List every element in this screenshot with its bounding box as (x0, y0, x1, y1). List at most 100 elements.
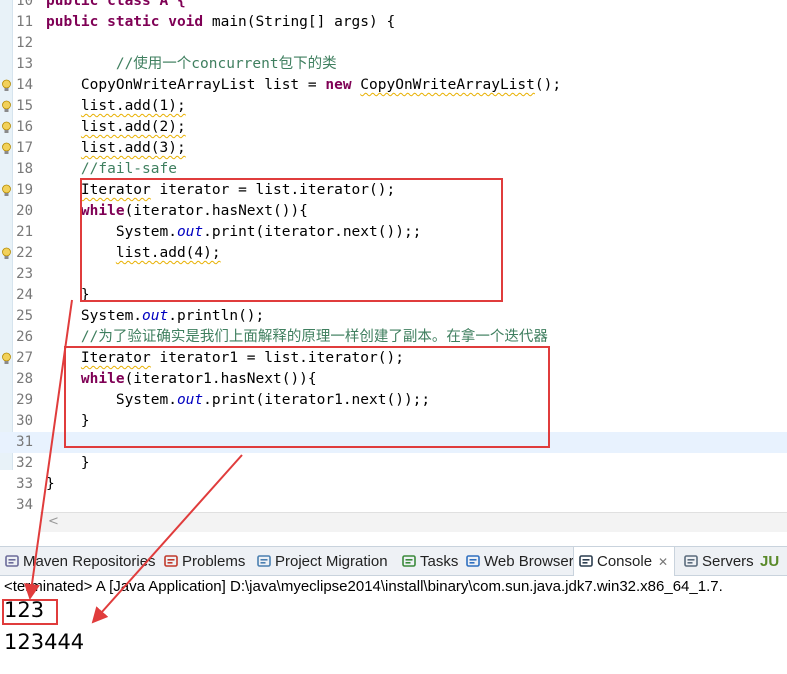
line-number: 20 (16, 203, 33, 219)
tab-label: Servers (702, 553, 754, 570)
code-token: (); (534, 77, 562, 93)
console-icon (578, 550, 594, 567)
line-number: 22 (16, 245, 33, 261)
code-token: main(String[] args) { (203, 14, 396, 30)
line-number: 27 (16, 350, 33, 366)
code-text: CopyOnWriteArrayList list = new CopyOnWr… (46, 75, 561, 96)
line-number: 30 (16, 413, 33, 429)
code-line[interactable]: 25 System.out.println(); (0, 306, 787, 327)
tab-label: Web Browser (484, 553, 574, 570)
code-line[interactable]: 33} (0, 474, 787, 495)
code-line[interactable]: 16 list.add(2); (0, 117, 787, 138)
code-token: } (46, 455, 90, 471)
code-line[interactable]: 15 list.add(1); (0, 96, 787, 117)
code-text: System.out.println(); (46, 306, 264, 327)
tab-project-migration[interactable]: Project Migration (256, 547, 388, 576)
line-number: 18 (16, 161, 33, 177)
line-number: 10 (16, 0, 33, 9)
highlight-box-first-loop (80, 178, 503, 302)
line-number: 29 (16, 392, 33, 408)
code-line[interactable]: 32 } (0, 453, 787, 474)
tab-servers[interactable]: Servers (683, 547, 754, 576)
scroll-left-arrow-icon[interactable]: < (48, 514, 59, 529)
line-number: 13 (16, 56, 33, 72)
code-text: list.add(2); (46, 117, 186, 138)
code-line[interactable]: 11 public static void main(String[] args)… (0, 12, 787, 33)
code-token: //fail-safe (46, 161, 177, 177)
code-line[interactable]: 13 //使用一个concurrent包下的类 (0, 54, 787, 75)
tab-console[interactable]: Console ✕ (573, 547, 676, 577)
line-number: 21 (16, 224, 33, 240)
line-number: 31 (16, 434, 33, 450)
code-line[interactable]: 26 //为了验证确实是我们上面解释的原理一样创建了副本。在拿一个迭代器 (0, 327, 787, 348)
highlight-box-second-loop (64, 346, 550, 448)
code-text: //使用一个concurrent包下的类 (46, 54, 337, 75)
line-number: 34 (16, 497, 33, 513)
console-output-line-2: 123444 (4, 630, 85, 654)
line-number: 16 (16, 119, 33, 135)
maven-icon (4, 550, 20, 567)
code-line[interactable]: 14 CopyOnWriteArrayList list = new CopyO… (0, 75, 787, 96)
code-token: .println(); (168, 308, 265, 324)
code-token: CopyOnWriteArrayList list = (46, 77, 326, 93)
line-number: 33 (16, 476, 33, 492)
tab-label: Project Migration (275, 553, 388, 570)
code-text: //fail-safe (46, 159, 177, 180)
code-text: public class A { (46, 0, 186, 12)
code-token: } (46, 476, 55, 492)
line-number: 26 (16, 329, 33, 345)
code-line[interactable]: 17 list.add(3); (0, 138, 787, 159)
problems-icon (163, 550, 179, 567)
code-token: list.add(3); (80, 140, 186, 156)
migration-icon (256, 550, 272, 567)
tab-ju[interactable]: JU (760, 547, 779, 576)
code-line[interactable]: 18 //fail-safe (0, 159, 787, 180)
code-token: public class A { (46, 0, 186, 9)
close-icon[interactable]: ✕ (658, 548, 668, 577)
tab-maven-repositories[interactable]: Maven Repositories (4, 547, 156, 576)
tab-label: JU (760, 553, 780, 570)
code-line[interactable]: 12 (0, 33, 787, 54)
code-token: //使用一个concurrent包下的类 (46, 56, 337, 72)
tab-problems[interactable]: Problems (163, 547, 245, 576)
line-number: 17 (16, 140, 33, 156)
code-text: } (46, 474, 55, 495)
code-token: //为了验证确实是我们上面解释的原理一样创建了副本。在拿一个迭代器 (46, 329, 548, 345)
code-token: out (142, 308, 169, 324)
line-number: 32 (16, 455, 33, 471)
tab-web-browser[interactable]: Web Browser (465, 547, 574, 576)
line-number: 11 (16, 14, 33, 30)
horizontal-scrollbar[interactable]: < (40, 512, 787, 532)
tab-tasks[interactable]: Tasks (401, 547, 458, 576)
line-number: 28 (16, 371, 33, 387)
views-tab-bar: Maven Repositories Problems Project Migrat… (0, 546, 787, 577)
highlight-box-first-output (2, 599, 58, 625)
code-text: list.add(3); (46, 138, 186, 159)
code-token: list.add(2); (80, 119, 186, 135)
line-number: 23 (16, 266, 33, 282)
code-token: new (325, 77, 352, 93)
line-number: 25 (16, 308, 33, 324)
line-number: 12 (16, 35, 33, 51)
line-number: 19 (16, 182, 33, 198)
code-line[interactable]: 10 public class A { (0, 0, 787, 12)
line-number: 15 (16, 98, 33, 114)
tab-label: Problems (182, 553, 246, 570)
code-token: list.add(1); (80, 98, 186, 114)
code-text: list.add(1); (46, 96, 186, 117)
console-status-line: <terminated> A [Java Application] D:\jav… (4, 578, 723, 595)
code-token: CopyOnWriteArrayList (360, 77, 535, 93)
code-token: System. (46, 308, 143, 324)
code-token: public static void (46, 14, 204, 30)
console-view: <terminated> A [Java Application] D:\jav… (0, 576, 787, 674)
tab-label: Maven Repositories (23, 553, 156, 570)
tasks-icon (401, 550, 417, 567)
servers-icon (683, 550, 699, 567)
code-text: public static void main(String[] args) { (46, 12, 395, 33)
